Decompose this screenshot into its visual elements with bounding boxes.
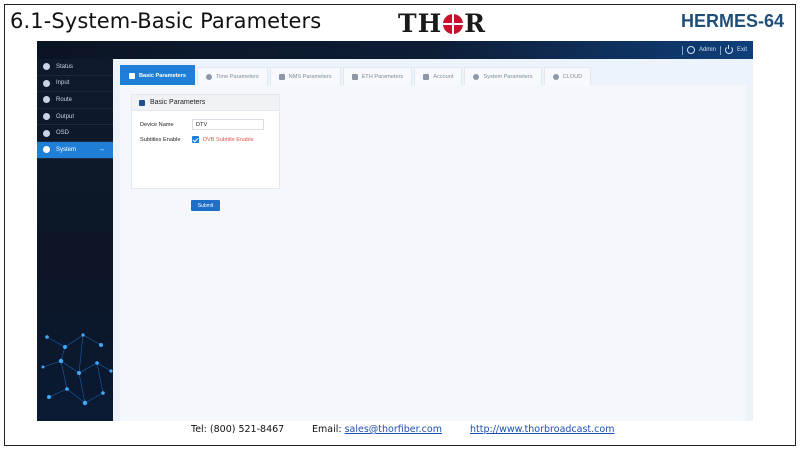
- sidebar-item-label: OSD: [56, 130, 70, 137]
- tab-content: Basic Parameters Device Name DTV Subtitl…: [120, 85, 746, 421]
- key-icon: [423, 73, 430, 80]
- user-label[interactable]: Admin: [699, 47, 716, 53]
- osd-icon: [43, 129, 50, 137]
- top-bar: Admin Exit: [37, 41, 753, 59]
- slide-title: 6.1-System-Basic Parameters: [10, 9, 322, 33]
- web-app-screenshot: Admin Exit Status Input Route Output OSD: [37, 41, 753, 421]
- tab-basic-parameters[interactable]: Basic Parameters: [120, 65, 195, 85]
- tab-eth-parameters[interactable]: ETH Parameters: [342, 67, 413, 85]
- panel-icon: [139, 99, 145, 106]
- sidebar-item-osd[interactable]: OSD: [37, 125, 113, 142]
- basic-parameters-panel: Basic Parameters Device Name DTV Subtitl…: [131, 94, 280, 189]
- tab-label: Account: [433, 73, 454, 80]
- tab-label: Time Parameters: [215, 73, 259, 80]
- footer-tel: Tel: (800) 521-8467: [191, 424, 285, 435]
- system-icon: [43, 146, 50, 154]
- tab-nms-parameters[interactable]: NMS Parameters: [269, 67, 341, 85]
- tab-cloud[interactable]: CLOUD: [543, 67, 592, 85]
- tab-label: CLOUD: [562, 73, 583, 80]
- footer-website: http://www.thorbroadcast.com: [470, 424, 614, 435]
- panel-header: Basic Parameters: [132, 95, 279, 111]
- ethernet-icon: [351, 73, 358, 80]
- subtitles-row: Subtitles Enable DVB Subtitle Enable: [140, 136, 254, 143]
- sidebar-item-label: Route: [56, 96, 73, 103]
- tab-time-parameters[interactable]: Time Parameters: [196, 67, 268, 85]
- dvb-subtitle-label[interactable]: DVB Subtitle Enable: [203, 137, 254, 143]
- device-name-input[interactable]: DTV: [192, 119, 264, 130]
- status-icon: [43, 63, 50, 71]
- sidebar-item-status[interactable]: Status: [37, 59, 113, 76]
- top-bar-actions: Admin Exit: [681, 41, 747, 59]
- globe-icon: [443, 13, 464, 34]
- panel-title: Basic Parameters: [150, 99, 206, 106]
- dvb-subtitle-checkbox[interactable]: [192, 136, 199, 143]
- arrow-right-icon: →: [98, 146, 105, 154]
- cloud-icon: [552, 73, 559, 80]
- sidebar-item-label: Input: [56, 80, 70, 87]
- network-decoration: [41, 333, 113, 406]
- product-name: HERMES-64: [680, 11, 784, 31]
- divider: [681, 45, 683, 55]
- email-prefix: Email:: [312, 424, 345, 435]
- subtitles-label: Subtitles Enable: [140, 136, 181, 143]
- output-icon: [43, 113, 50, 121]
- tab-label: NMS Parameters: [288, 73, 332, 80]
- network-icon: [278, 73, 285, 80]
- tools-icon: [129, 72, 135, 79]
- input-icon: [43, 79, 50, 87]
- tab-label: ETH Parameters: [361, 73, 404, 80]
- device-name-row: Device Name DTV: [140, 119, 264, 130]
- logo-text-left: TH: [398, 9, 443, 38]
- sidebar-item-label: Status: [56, 63, 74, 70]
- sidebar-item-system[interactable]: System →: [37, 141, 113, 159]
- route-icon: [43, 96, 50, 104]
- tab-label: Basic Parameters: [139, 72, 186, 79]
- sidebar-item-route[interactable]: Route: [37, 92, 113, 109]
- sidebar-item-input[interactable]: Input: [37, 76, 113, 93]
- logo-text-right: R: [464, 9, 487, 38]
- divider: [719, 45, 721, 55]
- user-icon[interactable]: [686, 46, 695, 54]
- gear-icon: [473, 73, 480, 80]
- footer-email: Email: sales@thorfiber.com: [312, 424, 442, 435]
- sidebar-item-label: System: [56, 146, 77, 153]
- sidebar-item-output[interactable]: Output: [37, 109, 113, 126]
- thor-logo: TH R: [398, 9, 486, 38]
- email-link[interactable]: sales@thorfiber.com: [345, 424, 442, 435]
- clock-icon: [205, 73, 212, 80]
- sidebar-item-label: Output: [56, 113, 75, 120]
- website-link[interactable]: http://www.thorbroadcast.com: [470, 424, 614, 435]
- submit-button[interactable]: Submit: [191, 200, 220, 211]
- device-name-label: Device Name: [140, 121, 174, 128]
- tab-system-parameters[interactable]: System Parameters: [464, 67, 542, 85]
- tab-account[interactable]: Account: [414, 67, 463, 85]
- exit-button[interactable]: Exit: [737, 47, 747, 53]
- sidebar: Status Input Route Output OSD System →: [37, 59, 113, 421]
- tab-bar: Basic Parameters Time Parameters NMS Par…: [120, 65, 592, 85]
- tab-label: System Parameters: [483, 73, 533, 80]
- power-icon[interactable]: [724, 45, 733, 54]
